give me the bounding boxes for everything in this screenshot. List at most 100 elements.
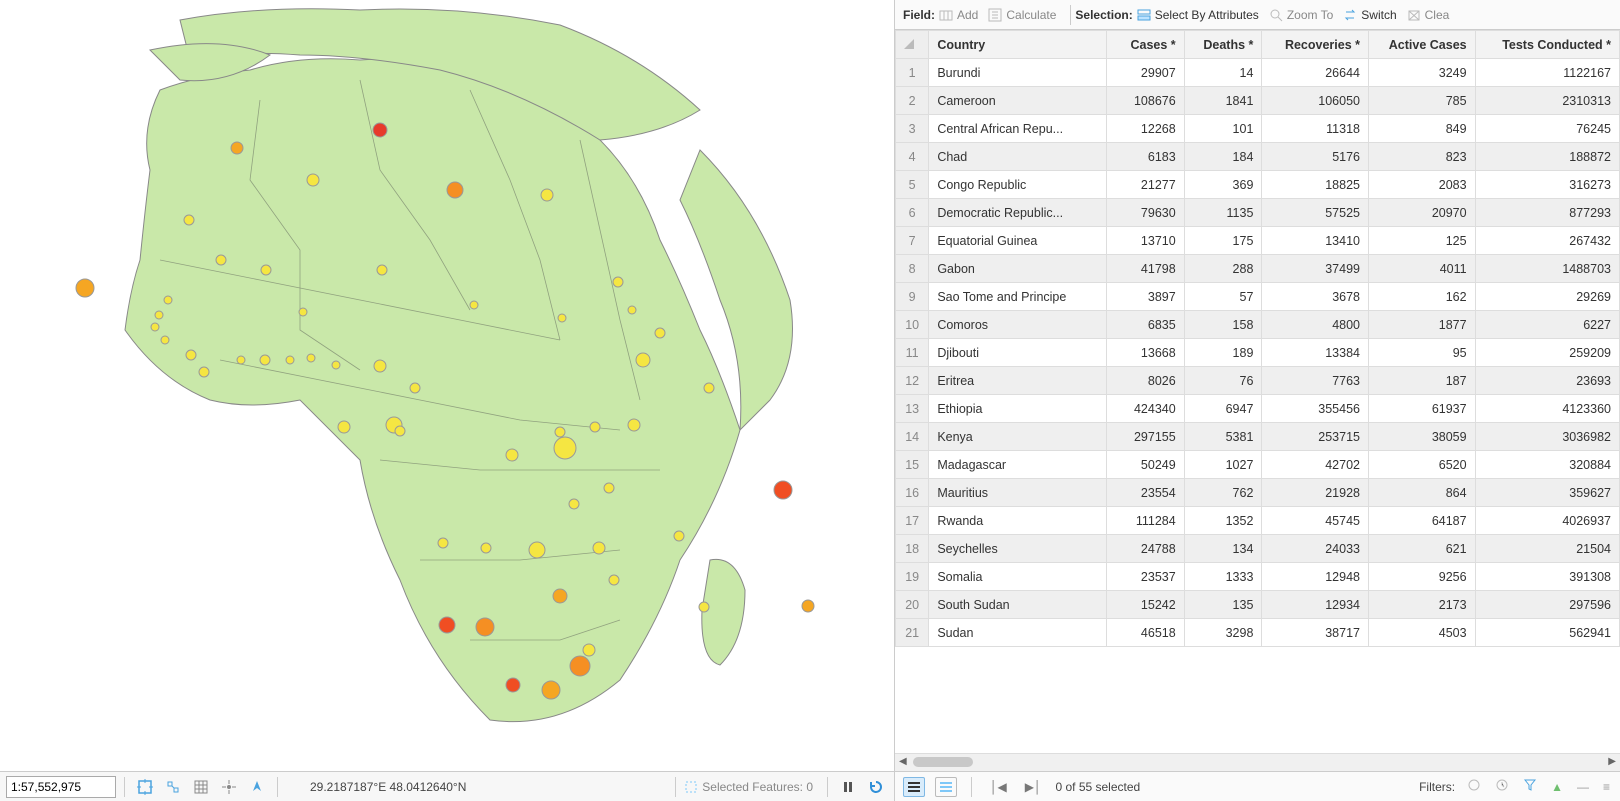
cell-tests[interactable]: 562941 <box>1475 619 1619 647</box>
cell-cases[interactable]: 424340 <box>1106 395 1184 423</box>
cell-deaths[interactable]: 189 <box>1184 339 1262 367</box>
map-data-bubble[interactable] <box>506 678 520 692</box>
cell-country[interactable]: Equatorial Guinea <box>929 227 1107 255</box>
table-row[interactable]: 20South Sudan15242135129342173297596 <box>896 591 1620 619</box>
cell-deaths[interactable]: 1352 <box>1184 507 1262 535</box>
cell-country[interactable]: Djibouti <box>929 339 1107 367</box>
map-data-bubble[interactable] <box>216 255 226 265</box>
cell-country[interactable]: Central African Repu... <box>929 115 1107 143</box>
cell-cases[interactable]: 297155 <box>1106 423 1184 451</box>
toolbar-icon-fixed-zoom[interactable] <box>161 776 185 798</box>
map-data-bubble[interactable] <box>569 499 579 509</box>
cell-recoveries[interactable]: 11318 <box>1262 115 1369 143</box>
filter-time-icon[interactable] <box>1493 778 1511 795</box>
cell-deaths[interactable]: 175 <box>1184 227 1262 255</box>
table-row[interactable]: 11Djibouti136681891338495259209 <box>896 339 1620 367</box>
table-row[interactable]: 16Mauritius2355476221928864359627 <box>896 479 1620 507</box>
cell-tests[interactable]: 2310313 <box>1475 87 1619 115</box>
row-number[interactable]: 2 <box>896 87 929 115</box>
row-number[interactable]: 1 <box>896 59 929 87</box>
table-row[interactable]: 15Madagascar502491027427026520320884 <box>896 451 1620 479</box>
table-row[interactable]: 9Sao Tome and Principe389757367816229269 <box>896 283 1620 311</box>
cell-cases[interactable]: 108676 <box>1106 87 1184 115</box>
cell-deaths[interactable]: 101 <box>1184 115 1262 143</box>
table-row[interactable]: 2Cameroon10867618411060507852310313 <box>896 87 1620 115</box>
map-data-bubble[interactable] <box>628 419 640 431</box>
row-number[interactable]: 6 <box>896 199 929 227</box>
map-data-bubble[interactable] <box>164 296 172 304</box>
cell-tests[interactable]: 320884 <box>1475 451 1619 479</box>
cell-tests[interactable]: 23693 <box>1475 367 1619 395</box>
cell-country[interactable]: Kenya <box>929 423 1107 451</box>
cell-tests[interactable]: 297596 <box>1475 591 1619 619</box>
cell-cases[interactable]: 23537 <box>1106 563 1184 591</box>
map-data-bubble[interactable] <box>583 644 595 656</box>
cell-recoveries[interactable]: 7763 <box>1262 367 1369 395</box>
cell-tests[interactable]: 359627 <box>1475 479 1619 507</box>
cell-country[interactable]: Sao Tome and Principe <box>929 283 1107 311</box>
cell-recoveries[interactable]: 5176 <box>1262 143 1369 171</box>
cell-cases[interactable]: 3897 <box>1106 283 1184 311</box>
add-field-button[interactable]: Add <box>939 8 978 22</box>
cell-recoveries[interactable]: 21928 <box>1262 479 1369 507</box>
map-data-bubble[interactable] <box>704 383 714 393</box>
table-row[interactable]: 8Gabon417982883749940111488703 <box>896 255 1620 283</box>
map-data-bubble[interactable] <box>542 681 560 699</box>
table-row[interactable]: 1Burundi29907142664432491122167 <box>896 59 1620 87</box>
cell-active[interactable]: 187 <box>1369 367 1476 395</box>
cell-deaths[interactable]: 762 <box>1184 479 1262 507</box>
map-data-bubble[interactable] <box>186 350 196 360</box>
map-data-bubble[interactable] <box>307 354 315 362</box>
cell-recoveries[interactable]: 38717 <box>1262 619 1369 647</box>
refresh-icon[interactable] <box>864 776 888 798</box>
table-row[interactable]: 13Ethiopia4243406947355456619374123360 <box>896 395 1620 423</box>
row-number[interactable]: 13 <box>896 395 929 423</box>
cell-recoveries[interactable]: 42702 <box>1262 451 1369 479</box>
cell-country[interactable]: Sudan <box>929 619 1107 647</box>
cell-deaths[interactable]: 6947 <box>1184 395 1262 423</box>
cell-cases[interactable]: 12268 <box>1106 115 1184 143</box>
cell-active[interactable]: 849 <box>1369 115 1476 143</box>
cell-country[interactable]: Mauritius <box>929 479 1107 507</box>
cell-active[interactable]: 38059 <box>1369 423 1476 451</box>
cell-country[interactable]: Madagascar <box>929 451 1107 479</box>
col-tests[interactable]: Tests Conducted * <box>1475 31 1619 59</box>
map-data-bubble[interactable] <box>604 483 614 493</box>
row-number[interactable]: 7 <box>896 227 929 255</box>
cell-recoveries[interactable]: 4800 <box>1262 311 1369 339</box>
cell-tests[interactable]: 1122167 <box>1475 59 1619 87</box>
map-data-bubble[interactable] <box>377 265 387 275</box>
clear-selection-button[interactable]: Clea <box>1407 8 1450 22</box>
show-all-records-button[interactable] <box>903 777 925 797</box>
cell-tests[interactable]: 267432 <box>1475 227 1619 255</box>
row-number[interactable]: 15 <box>896 451 929 479</box>
map-data-bubble[interactable] <box>261 265 271 275</box>
map-data-bubble[interactable] <box>439 617 455 633</box>
first-record-button[interactable]: │◀ <box>986 780 1011 794</box>
cell-active[interactable]: 785 <box>1369 87 1476 115</box>
map-data-bubble[interactable] <box>338 421 350 433</box>
row-number[interactable]: 14 <box>896 423 929 451</box>
map-data-bubble[interactable] <box>570 656 590 676</box>
map-data-bubble[interactable] <box>307 174 319 186</box>
cell-country[interactable]: Chad <box>929 143 1107 171</box>
map-data-bubble[interactable] <box>332 361 340 369</box>
map-data-bubble[interactable] <box>299 308 307 316</box>
cell-deaths[interactable]: 1027 <box>1184 451 1262 479</box>
cell-country[interactable]: Rwanda <box>929 507 1107 535</box>
cell-tests[interactable]: 3036982 <box>1475 423 1619 451</box>
show-selected-records-button[interactable] <box>935 777 957 797</box>
zoom-to-button[interactable]: Zoom To <box>1269 8 1333 22</box>
cell-cases[interactable]: 24788 <box>1106 535 1184 563</box>
map-data-bubble[interactable] <box>554 437 576 459</box>
map-data-bubble[interactable] <box>506 449 518 461</box>
cell-tests[interactable]: 188872 <box>1475 143 1619 171</box>
cell-active[interactable]: 9256 <box>1369 563 1476 591</box>
map-data-bubble[interactable] <box>470 301 478 309</box>
map-data-bubble[interactable] <box>553 589 567 603</box>
cell-active[interactable]: 4011 <box>1369 255 1476 283</box>
map-data-bubble[interactable] <box>609 575 619 585</box>
row-number[interactable]: 10 <box>896 311 929 339</box>
table-row[interactable]: 4Chad61831845176823188872 <box>896 143 1620 171</box>
horizontal-scrollbar[interactable]: ◀▶ <box>895 753 1620 771</box>
